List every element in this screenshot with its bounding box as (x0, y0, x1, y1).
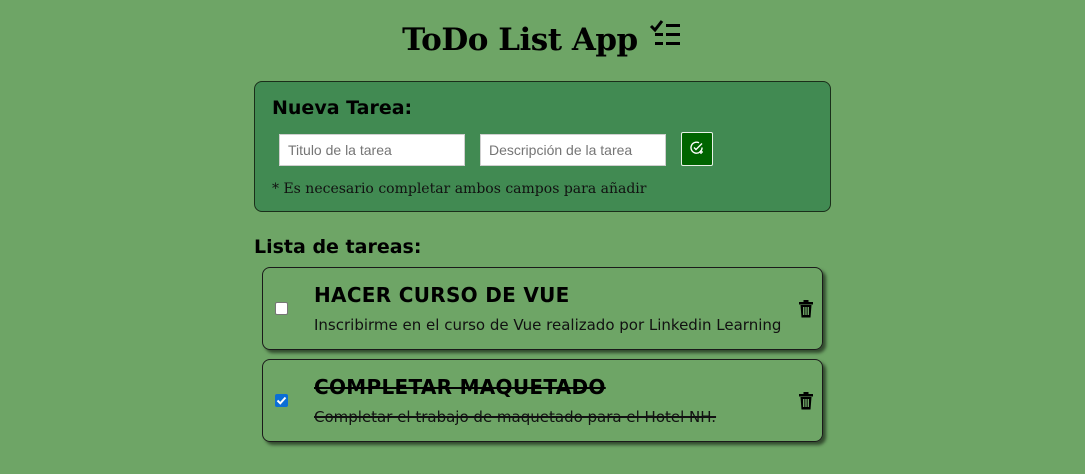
task-checkbox[interactable] (275, 394, 288, 407)
task-title-input[interactable] (279, 134, 465, 166)
task-description: Completar el trabajo de maquetado para e… (314, 408, 717, 426)
add-task-icon (690, 140, 704, 159)
page-title: ToDo List App (402, 22, 638, 58)
add-task-button[interactable] (681, 132, 713, 166)
task-title: HACER CURSO DE VUE (314, 283, 570, 307)
task-item: HACER CURSO DE VUE Inscribirme en el cur… (262, 267, 823, 350)
new-task-heading: Nueva Tarea: (272, 97, 413, 119)
trash-icon[interactable] (798, 300, 814, 318)
app-header: ToDo List App (0, 18, 1085, 64)
task-checkbox[interactable] (275, 302, 288, 315)
task-description-input[interactable] (480, 134, 666, 166)
trash-icon[interactable] (798, 392, 814, 410)
task-item: COMPLETAR MAQUETADO Completar el trabajo… (262, 359, 823, 442)
required-fields-hint: * Es necesario completar ambos campos pa… (272, 181, 647, 197)
task-description: Inscribirme en el curso de Vue realizado… (314, 316, 782, 334)
task-list-heading: Lista de tareas: (254, 236, 422, 258)
new-task-card: Nueva Tarea: * Es necesario completar am… (254, 81, 831, 212)
task-title: COMPLETAR MAQUETADO (314, 375, 606, 399)
checklist-icon (649, 18, 683, 52)
